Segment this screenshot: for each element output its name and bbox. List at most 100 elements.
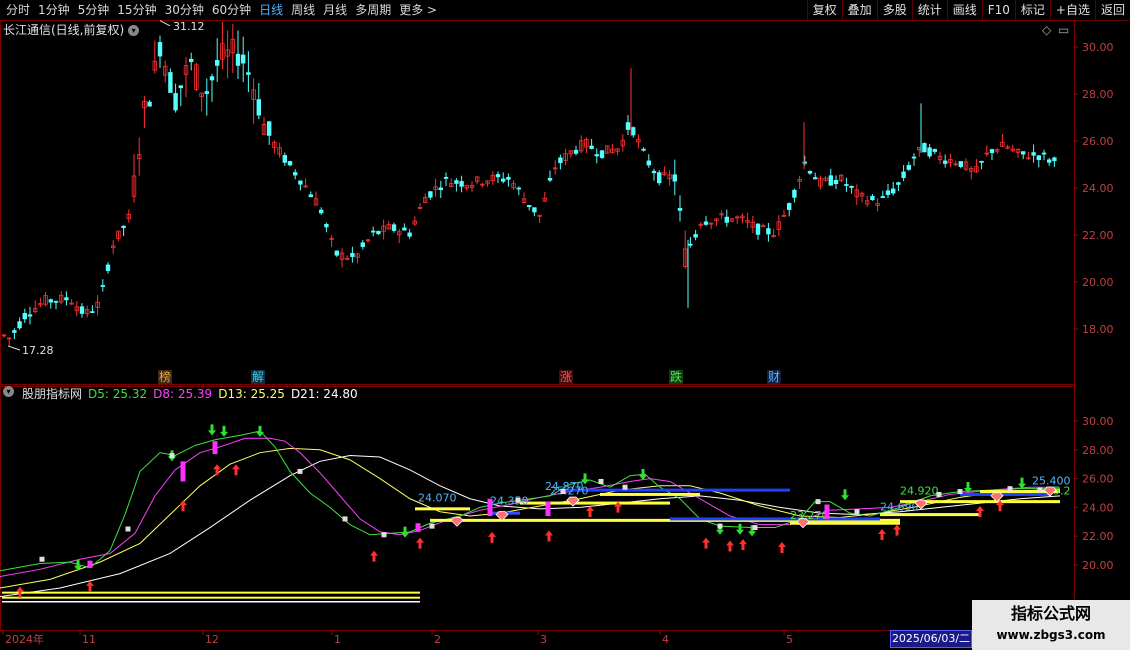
level-bar (960, 492, 1050, 496)
candle-body (880, 196, 885, 198)
marker-square (169, 453, 175, 459)
buy-arrow (370, 550, 378, 562)
toolbar-button[interactable]: F10 (981, 0, 1015, 20)
candle-body (22, 312, 27, 320)
candle-body (807, 170, 813, 174)
toolbar-button[interactable]: 画线 (946, 0, 982, 20)
level-label: 23.270 (790, 509, 829, 522)
candle-body (214, 59, 220, 66)
period-tab[interactable]: 更多 > (395, 0, 441, 20)
toolbar-button[interactable]: 标记 (1014, 0, 1050, 20)
candle-body (48, 299, 53, 303)
level-bar (600, 492, 700, 496)
buy-arrow (778, 541, 786, 553)
candle-body (459, 181, 464, 187)
candle-body (157, 42, 163, 57)
candle-body (298, 180, 303, 185)
toolbar-button[interactable]: +自选 (1049, 0, 1095, 20)
candle-body (173, 93, 178, 111)
candle-body (573, 149, 579, 154)
event-tag[interactable]: 涨 (559, 370, 574, 384)
candle-body (246, 72, 251, 75)
candle-body (17, 321, 22, 329)
toolbar-button[interactable]: 返回 (1094, 0, 1130, 20)
candle-body (891, 188, 896, 194)
period-tab[interactable]: 15分钟 (113, 0, 160, 20)
candle-body (693, 234, 698, 238)
candle-body (527, 205, 532, 208)
candle-body (989, 149, 995, 154)
period-tab[interactable]: 日线 (255, 0, 287, 20)
candle-body (1036, 155, 1041, 161)
buy-arrow (739, 539, 747, 551)
level-label: 24.690 (880, 500, 919, 513)
candle-body (849, 185, 854, 188)
candle-body (454, 180, 459, 184)
diamond-mark (796, 518, 810, 529)
candle-body (1052, 157, 1057, 162)
ytick-label: 20.00 (1082, 276, 1114, 289)
ytick-label: 30.00 (1082, 41, 1114, 54)
candle-body (147, 101, 152, 107)
event-tag[interactable]: 解 (251, 370, 266, 384)
indicator-dropdown-icon[interactable]: ▾ (3, 386, 14, 397)
signal-bar (487, 498, 493, 517)
candle-body (651, 170, 657, 174)
toolbar-button[interactable]: 叠加 (841, 0, 877, 20)
event-tag[interactable]: 跌 (669, 370, 684, 384)
toolbar-button[interactable]: 复权 (806, 0, 842, 20)
candle-body (896, 182, 901, 185)
indicator-name[interactable]: 股朋指标网 (22, 386, 82, 402)
diamond-mark (566, 496, 580, 507)
period-tab[interactable]: 60分钟 (208, 0, 255, 20)
sell-arrow (208, 424, 216, 436)
candle-body (641, 148, 646, 151)
period-tab[interactable]: 30分钟 (161, 0, 208, 20)
buy-arrow (893, 524, 901, 536)
period-tab[interactable]: 5分钟 (74, 0, 114, 20)
candle-body (677, 207, 683, 211)
period-tab[interactable]: 多周期 (351, 0, 395, 20)
high-label: 31.12 (173, 20, 205, 33)
event-tag[interactable]: 财 (767, 370, 782, 384)
candle-body (828, 175, 833, 186)
buy-arrow (86, 580, 94, 592)
candle-body (646, 160, 651, 166)
buy-arrow (179, 500, 187, 512)
marker-square (560, 489, 566, 495)
candle-body (438, 187, 443, 191)
toolbar-button[interactable]: 多股 (876, 0, 912, 20)
candle-body (495, 174, 501, 178)
marker-square (39, 556, 45, 562)
candle-body (532, 207, 537, 213)
level-label: 25.270 (550, 484, 589, 497)
period-tab[interactable]: 分时 (2, 0, 34, 20)
toolbar-button[interactable]: 统计 (911, 0, 947, 20)
kline-chart[interactable]: 30.00 28.00 26.00 24.00 22.00 20.00 18.00 30.00… (0, 20, 1130, 650)
signal-bar (415, 523, 421, 532)
level-bar (880, 513, 980, 517)
level-bar (670, 517, 880, 521)
signal-bar (545, 501, 551, 517)
marker-square (429, 523, 435, 529)
period-tab[interactable]: 月线 (319, 0, 351, 20)
buy-arrow (726, 540, 734, 552)
candle-body (1021, 151, 1026, 155)
diamond-mark (450, 516, 464, 527)
main-pane-border (0, 20, 1075, 385)
candle-body (688, 243, 693, 246)
period-tab[interactable]: 1分钟 (34, 0, 74, 20)
marker-square (1007, 486, 1013, 492)
event-tag[interactable]: 榜 (158, 370, 173, 384)
period-tab[interactable]: 周线 (287, 0, 319, 20)
candle-body (240, 54, 246, 64)
signal-bar (212, 441, 218, 455)
marker-square (515, 497, 521, 503)
signal-bar (180, 461, 186, 482)
ind-ytick-label: 22.00 (1082, 530, 1114, 543)
ytick-label: 26.00 (1082, 135, 1114, 148)
candle-body (1041, 152, 1047, 155)
candle-body (105, 264, 111, 271)
candle-body (376, 230, 381, 235)
xtick-label: 4 (662, 633, 669, 646)
